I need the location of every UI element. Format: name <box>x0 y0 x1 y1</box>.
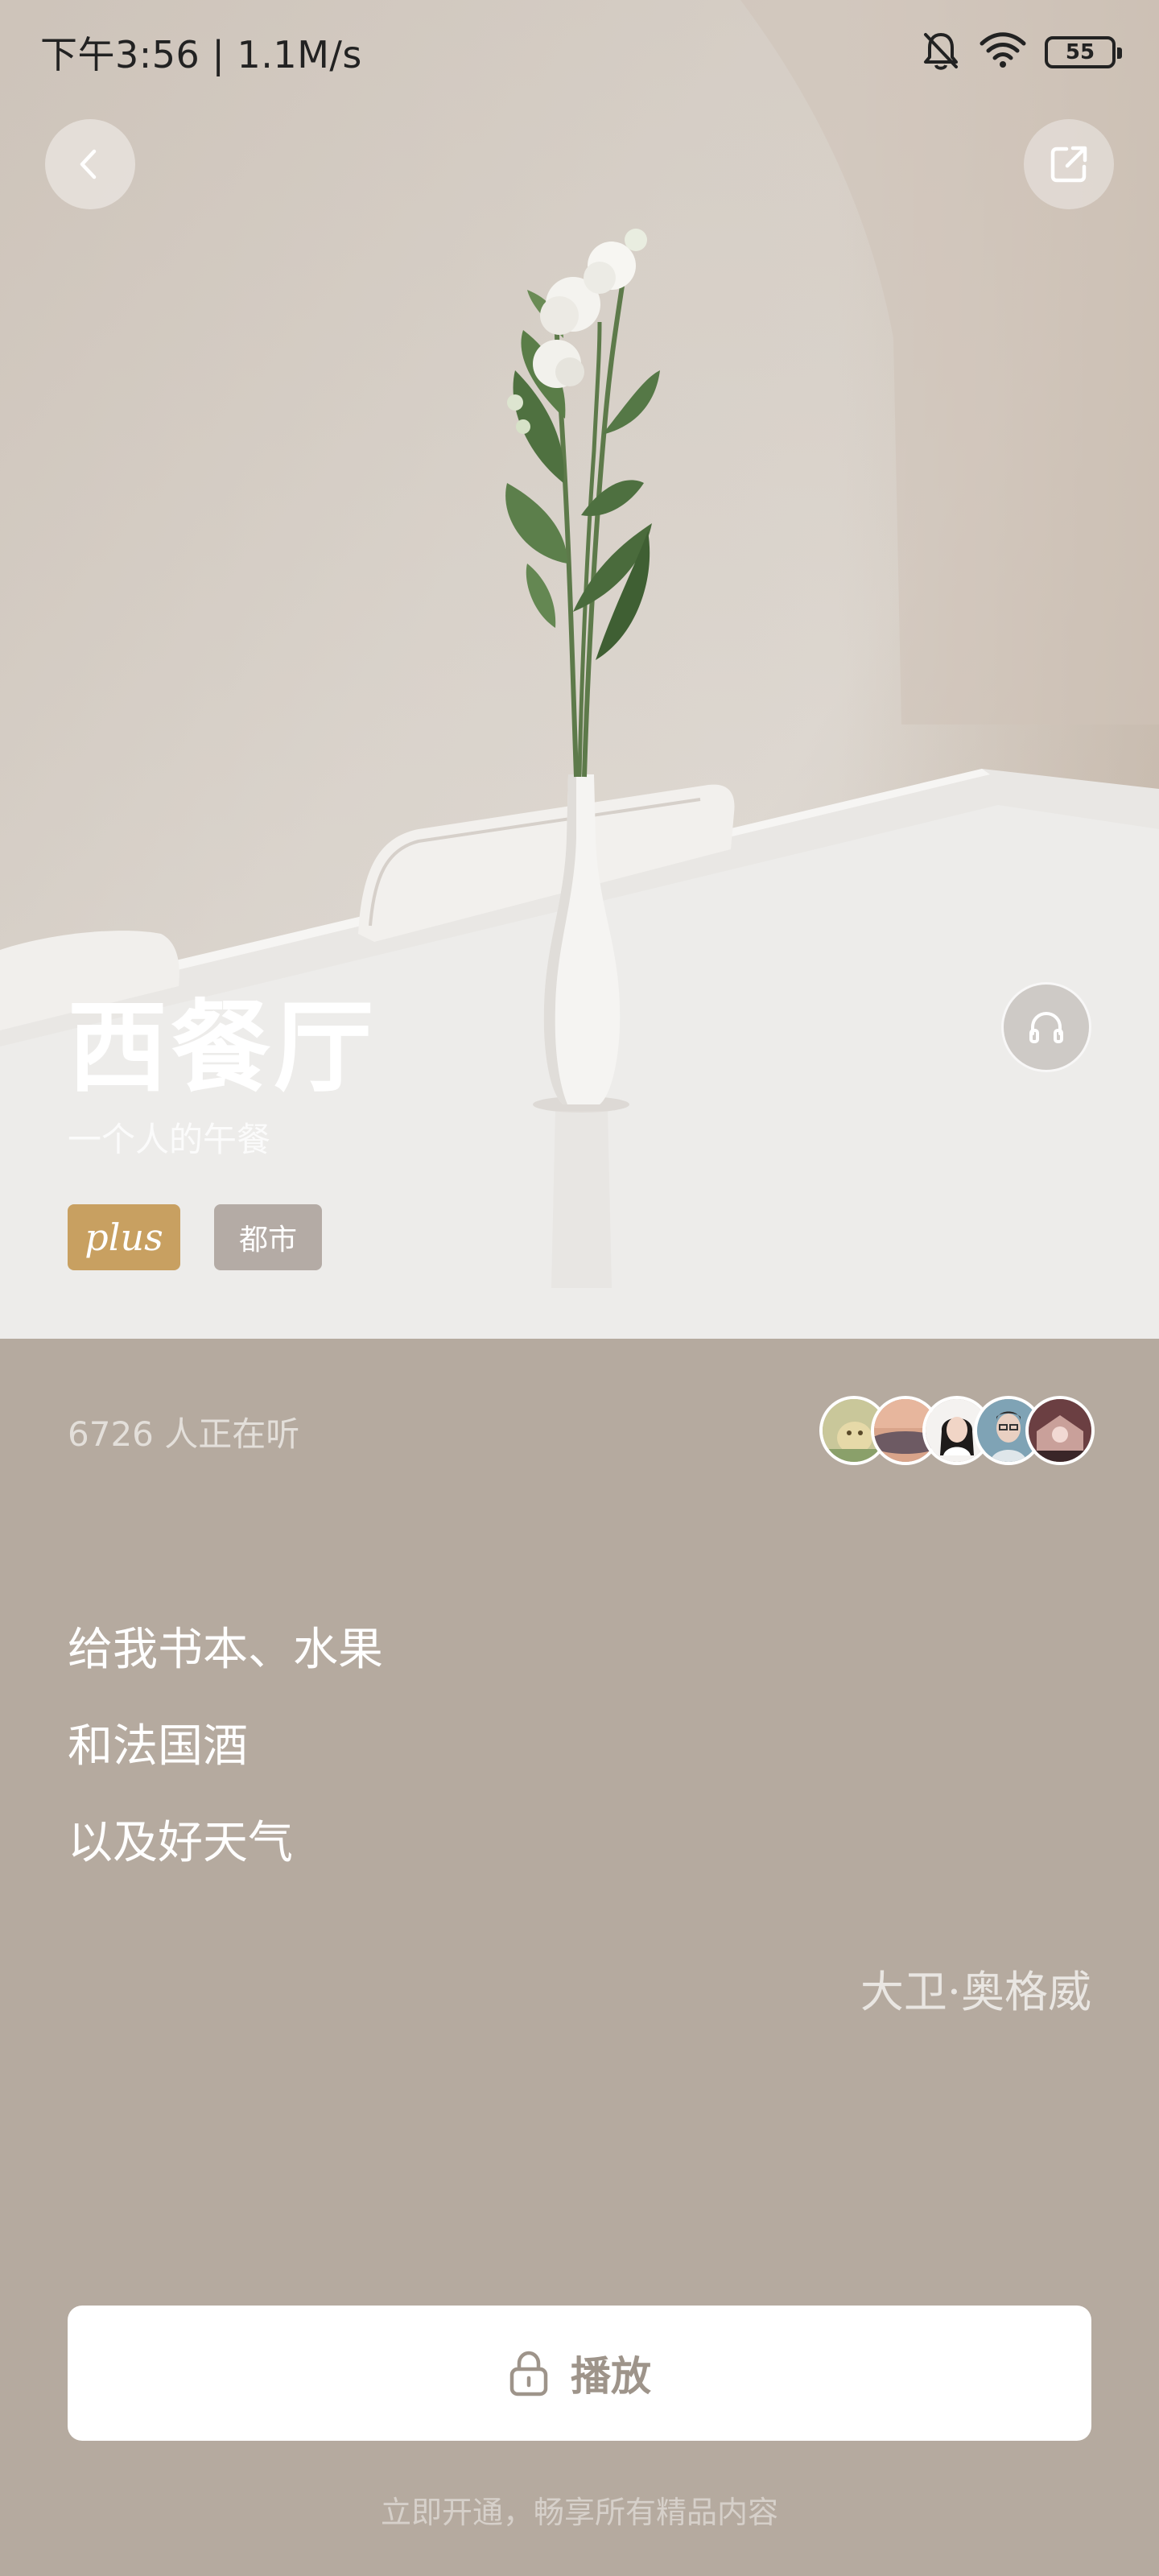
quote-line: 以及好天气 <box>68 1817 293 1869</box>
share-button[interactable] <box>1024 119 1114 209</box>
quote-line: 和法国酒 <box>68 1720 248 1773</box>
status-bar: 下午3:56 | 1.1M/s 55 <box>0 0 1159 105</box>
quote-line: 给我书本、水果 <box>68 1624 383 1676</box>
listener-count: 6726 人正在听 <box>68 1414 300 1454</box>
status-icons: 55 <box>921 30 1122 75</box>
battery-icon: 55 <box>1045 36 1122 68</box>
page-subtitle: 一个人的午餐 <box>68 1120 271 1159</box>
lock-icon <box>509 2351 548 2396</box>
headphones-button[interactable] <box>1001 982 1091 1072</box>
play-button[interactable]: 播放 <box>68 2306 1091 2441</box>
quote-author: 大卫·奥格威 <box>860 1967 1091 2017</box>
quote-text: 给我书本、水果 和法国酒 以及好天气 <box>68 1602 383 1892</box>
membership-promo[interactable]: 立即开通，畅享所有精品内容 <box>0 2487 1159 2532</box>
page-title: 西餐厅 <box>68 990 377 1106</box>
wifi-icon <box>979 32 1027 72</box>
listener-avatars[interactable] <box>819 1396 1095 1465</box>
status-time-speed: 下午3:56 | 1.1M/s <box>40 33 362 76</box>
play-button-label: 播放 <box>571 2353 651 2400</box>
avatar <box>1025 1396 1095 1465</box>
share-icon <box>1050 146 1087 183</box>
back-button[interactable] <box>45 119 135 209</box>
headphones-icon <box>1029 1011 1063 1043</box>
plus-tag: plus <box>68 1204 180 1270</box>
chevron-left-icon <box>80 149 97 180</box>
category-tag[interactable]: 都市 <box>214 1204 322 1270</box>
mute-bell-icon <box>921 30 961 75</box>
